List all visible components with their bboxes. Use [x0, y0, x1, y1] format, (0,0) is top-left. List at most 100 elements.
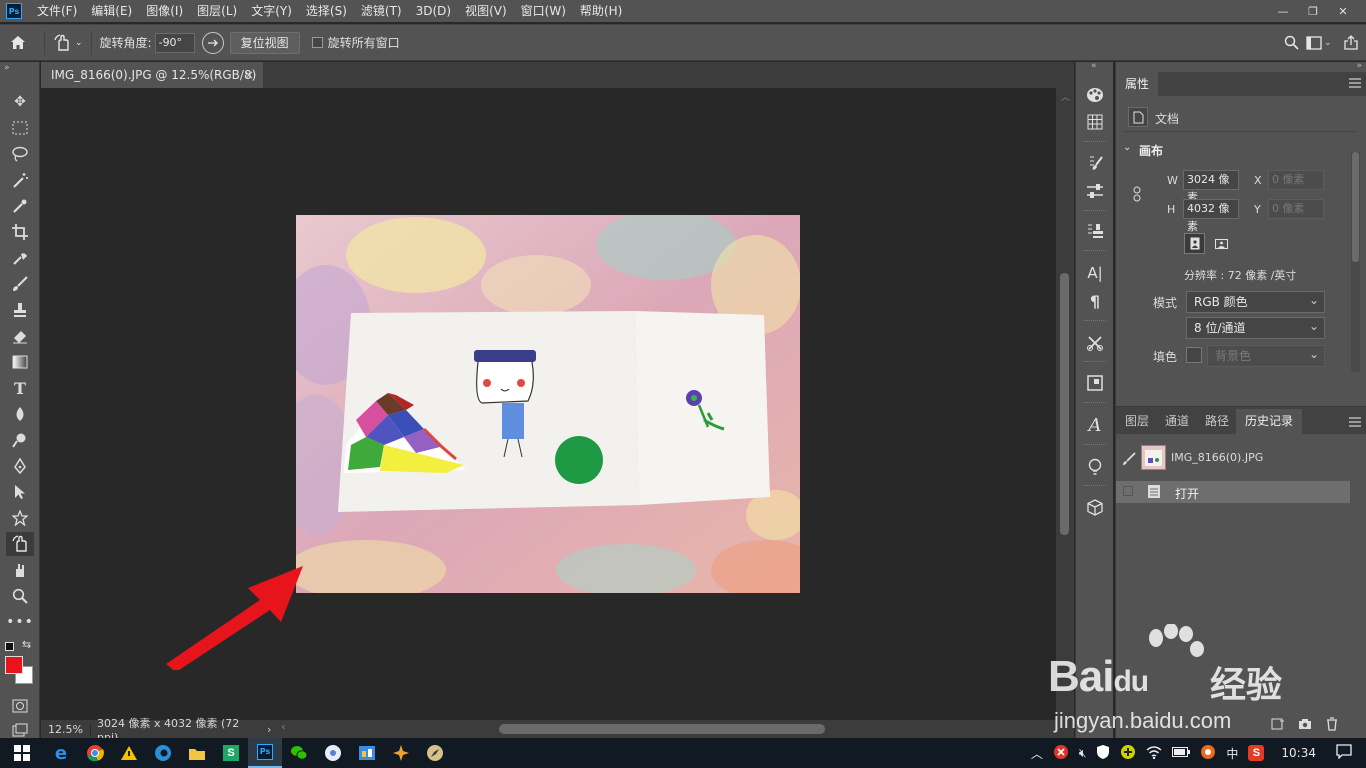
- clock[interactable]: 10:34: [1269, 746, 1328, 760]
- tab-layers[interactable]: 图层: [1116, 409, 1158, 433]
- adjustments-sliders-icon[interactable]: [1082, 178, 1108, 204]
- paragraph-panel-icon[interactable]: ¶: [1082, 288, 1108, 314]
- status-menu-arrow[interactable]: ›: [259, 723, 279, 736]
- hand-tool-icon[interactable]: [6, 558, 34, 582]
- width-field[interactable]: 3024 像素: [1183, 170, 1239, 204]
- fill-color-swatch[interactable]: [1186, 347, 1202, 363]
- character-panel-icon[interactable]: A|: [1082, 260, 1108, 286]
- photoshop-taskbar-icon[interactable]: Ps: [248, 738, 282, 768]
- home-icon[interactable]: [0, 35, 36, 50]
- path-selection-tool-icon[interactable]: [6, 480, 34, 504]
- scroll-up-arrow[interactable]: ︿: [1061, 90, 1070, 103]
- wifi-icon[interactable]: [1141, 745, 1167, 762]
- shape-tool-icon[interactable]: [6, 506, 34, 530]
- menu-filter[interactable]: 滤镜(T): [354, 0, 409, 22]
- move-tool-icon[interactable]: ✥: [6, 90, 34, 114]
- chrome-icon[interactable]: [78, 738, 112, 768]
- rotate-all-windows-checkbox[interactable]: [311, 37, 323, 48]
- close-button[interactable]: ✕: [1328, 0, 1358, 22]
- menu-type[interactable]: 文字(Y): [244, 0, 299, 22]
- pen-tool-icon[interactable]: [6, 454, 34, 478]
- rotate-view-tool-icon[interactable]: [6, 532, 34, 556]
- menu-3d[interactable]: 3D(D): [409, 0, 458, 22]
- artboard-icon[interactable]: [1082, 370, 1108, 396]
- scroll-left-arrow[interactable]: ‹: [281, 722, 285, 733]
- landscape-orientation-button[interactable]: [1211, 233, 1232, 254]
- quick-mask-icon[interactable]: [6, 694, 34, 718]
- calendar-app-icon[interactable]: [350, 738, 384, 768]
- addon-tray-icon[interactable]: [1115, 744, 1141, 763]
- marquee-tool-icon[interactable]: [6, 116, 34, 140]
- lasso-tool-icon[interactable]: [6, 142, 34, 166]
- horizontal-scrollbar-thumb[interactable]: [499, 724, 826, 734]
- menu-image[interactable]: 图像(I): [139, 0, 190, 22]
- rotation-dial-icon[interactable]: [201, 31, 224, 54]
- fill-dropdown[interactable]: 背景色: [1207, 344, 1325, 367]
- document-tab[interactable]: IMG_8166(0).JPG @ 12.5%(RGB/8) * ×: [41, 62, 263, 108]
- healing-brush-tool-icon[interactable]: [6, 246, 34, 270]
- dodge-tool-icon[interactable]: [6, 428, 34, 452]
- learn-lightbulb-icon[interactable]: [1082, 454, 1108, 480]
- menu-layer[interactable]: 图层(L): [190, 0, 244, 22]
- menu-help[interactable]: 帮助(H): [573, 0, 629, 22]
- close-tab-icon[interactable]: ×: [244, 62, 254, 88]
- ie-browser-icon[interactable]: e: [44, 738, 78, 768]
- compass-app-icon[interactable]: [418, 738, 452, 768]
- menu-select[interactable]: 选择(S): [299, 0, 354, 22]
- tool-presets-icon[interactable]: [1082, 330, 1108, 356]
- volume-muted-icon[interactable]: 🔇︎: [1074, 746, 1092, 761]
- minimize-button[interactable]: —: [1268, 0, 1298, 22]
- horizontal-scrollbar[interactable]: ‹: [279, 720, 1074, 738]
- color-mode-dropdown[interactable]: RGB 颜色: [1186, 290, 1325, 313]
- history-state-row[interactable]: 打开: [1116, 481, 1350, 503]
- panel-menu-icon[interactable]: [1349, 416, 1361, 430]
- tools-app-icon[interactable]: [384, 738, 418, 768]
- sogou-input-icon[interactable]: S: [1243, 745, 1269, 761]
- clone-stamp-tool-icon[interactable]: [6, 298, 34, 322]
- search-icon[interactable]: [1276, 35, 1306, 50]
- chevron-down-icon[interactable]: ⌄: [1324, 38, 1332, 48]
- workspace-layout-icon[interactable]: ⌄: [1306, 35, 1336, 50]
- menu-window[interactable]: 窗口(W): [514, 0, 573, 22]
- history-snapshot-row[interactable]: IMG_8166(0).JPG: [1116, 440, 1366, 478]
- clone-source-icon[interactable]: [1082, 218, 1108, 244]
- tray-overflow-icon[interactable]: ︿: [1026, 745, 1048, 762]
- properties-scrollbar-thumb[interactable]: [1352, 152, 1359, 262]
- edge-browser-icon[interactable]: [146, 738, 180, 768]
- share-icon[interactable]: [1336, 35, 1366, 50]
- color-palette-icon[interactable]: [1082, 82, 1108, 108]
- reset-view-button[interactable]: 复位视图: [229, 31, 300, 54]
- file-explorer-icon[interactable]: [180, 738, 214, 768]
- brush-settings-icon[interactable]: [1082, 150, 1108, 176]
- ime-language-indicator[interactable]: 中: [1221, 745, 1243, 762]
- panel-menu-icon[interactable]: [1349, 77, 1361, 89]
- rotate-view-tool-icon[interactable]: ⌄: [53, 33, 83, 52]
- collapse-panel-icon[interactable]: «: [1091, 61, 1097, 71]
- notification-center-icon[interactable]: [1328, 744, 1366, 762]
- link-proportions-icon[interactable]: [1132, 186, 1142, 205]
- swatches-grid-icon[interactable]: [1082, 109, 1108, 135]
- properties-scrollbar[interactable]: [1351, 152, 1360, 372]
- default-colors-icon[interactable]: [5, 642, 14, 651]
- gradient-tool-icon[interactable]: [6, 350, 34, 374]
- menu-view[interactable]: 视图(V): [458, 0, 514, 22]
- bit-depth-dropdown[interactable]: 8 位/通道: [1186, 316, 1325, 339]
- x-field[interactable]: 0 像素: [1268, 170, 1324, 190]
- crop-tool-icon[interactable]: [6, 220, 34, 244]
- vertical-scrollbar-thumb[interactable]: [1060, 273, 1069, 535]
- battery-icon[interactable]: [1167, 746, 1195, 760]
- tab-properties[interactable]: 属性: [1116, 72, 1159, 96]
- more-tools-icon[interactable]: •••: [6, 610, 34, 634]
- warning-app-icon[interactable]: [112, 738, 146, 768]
- chevron-down-icon[interactable]: ⌄: [1123, 142, 1131, 153]
- menu-file[interactable]: 文件(F): [30, 0, 84, 22]
- blur-tool-icon[interactable]: [6, 402, 34, 426]
- foreground-color-swatch[interactable]: [5, 656, 23, 674]
- antivirus-tray-icon[interactable]: [1048, 744, 1074, 763]
- network-app-icon[interactable]: [316, 738, 350, 768]
- 3d-cube-icon[interactable]: [1082, 494, 1108, 520]
- glyphs-panel-icon[interactable]: A: [1082, 412, 1108, 438]
- swap-colors-icon[interactable]: ⇆: [22, 638, 31, 651]
- app-tray-icon[interactable]: [1195, 744, 1221, 763]
- tab-channels[interactable]: 通道: [1156, 409, 1198, 433]
